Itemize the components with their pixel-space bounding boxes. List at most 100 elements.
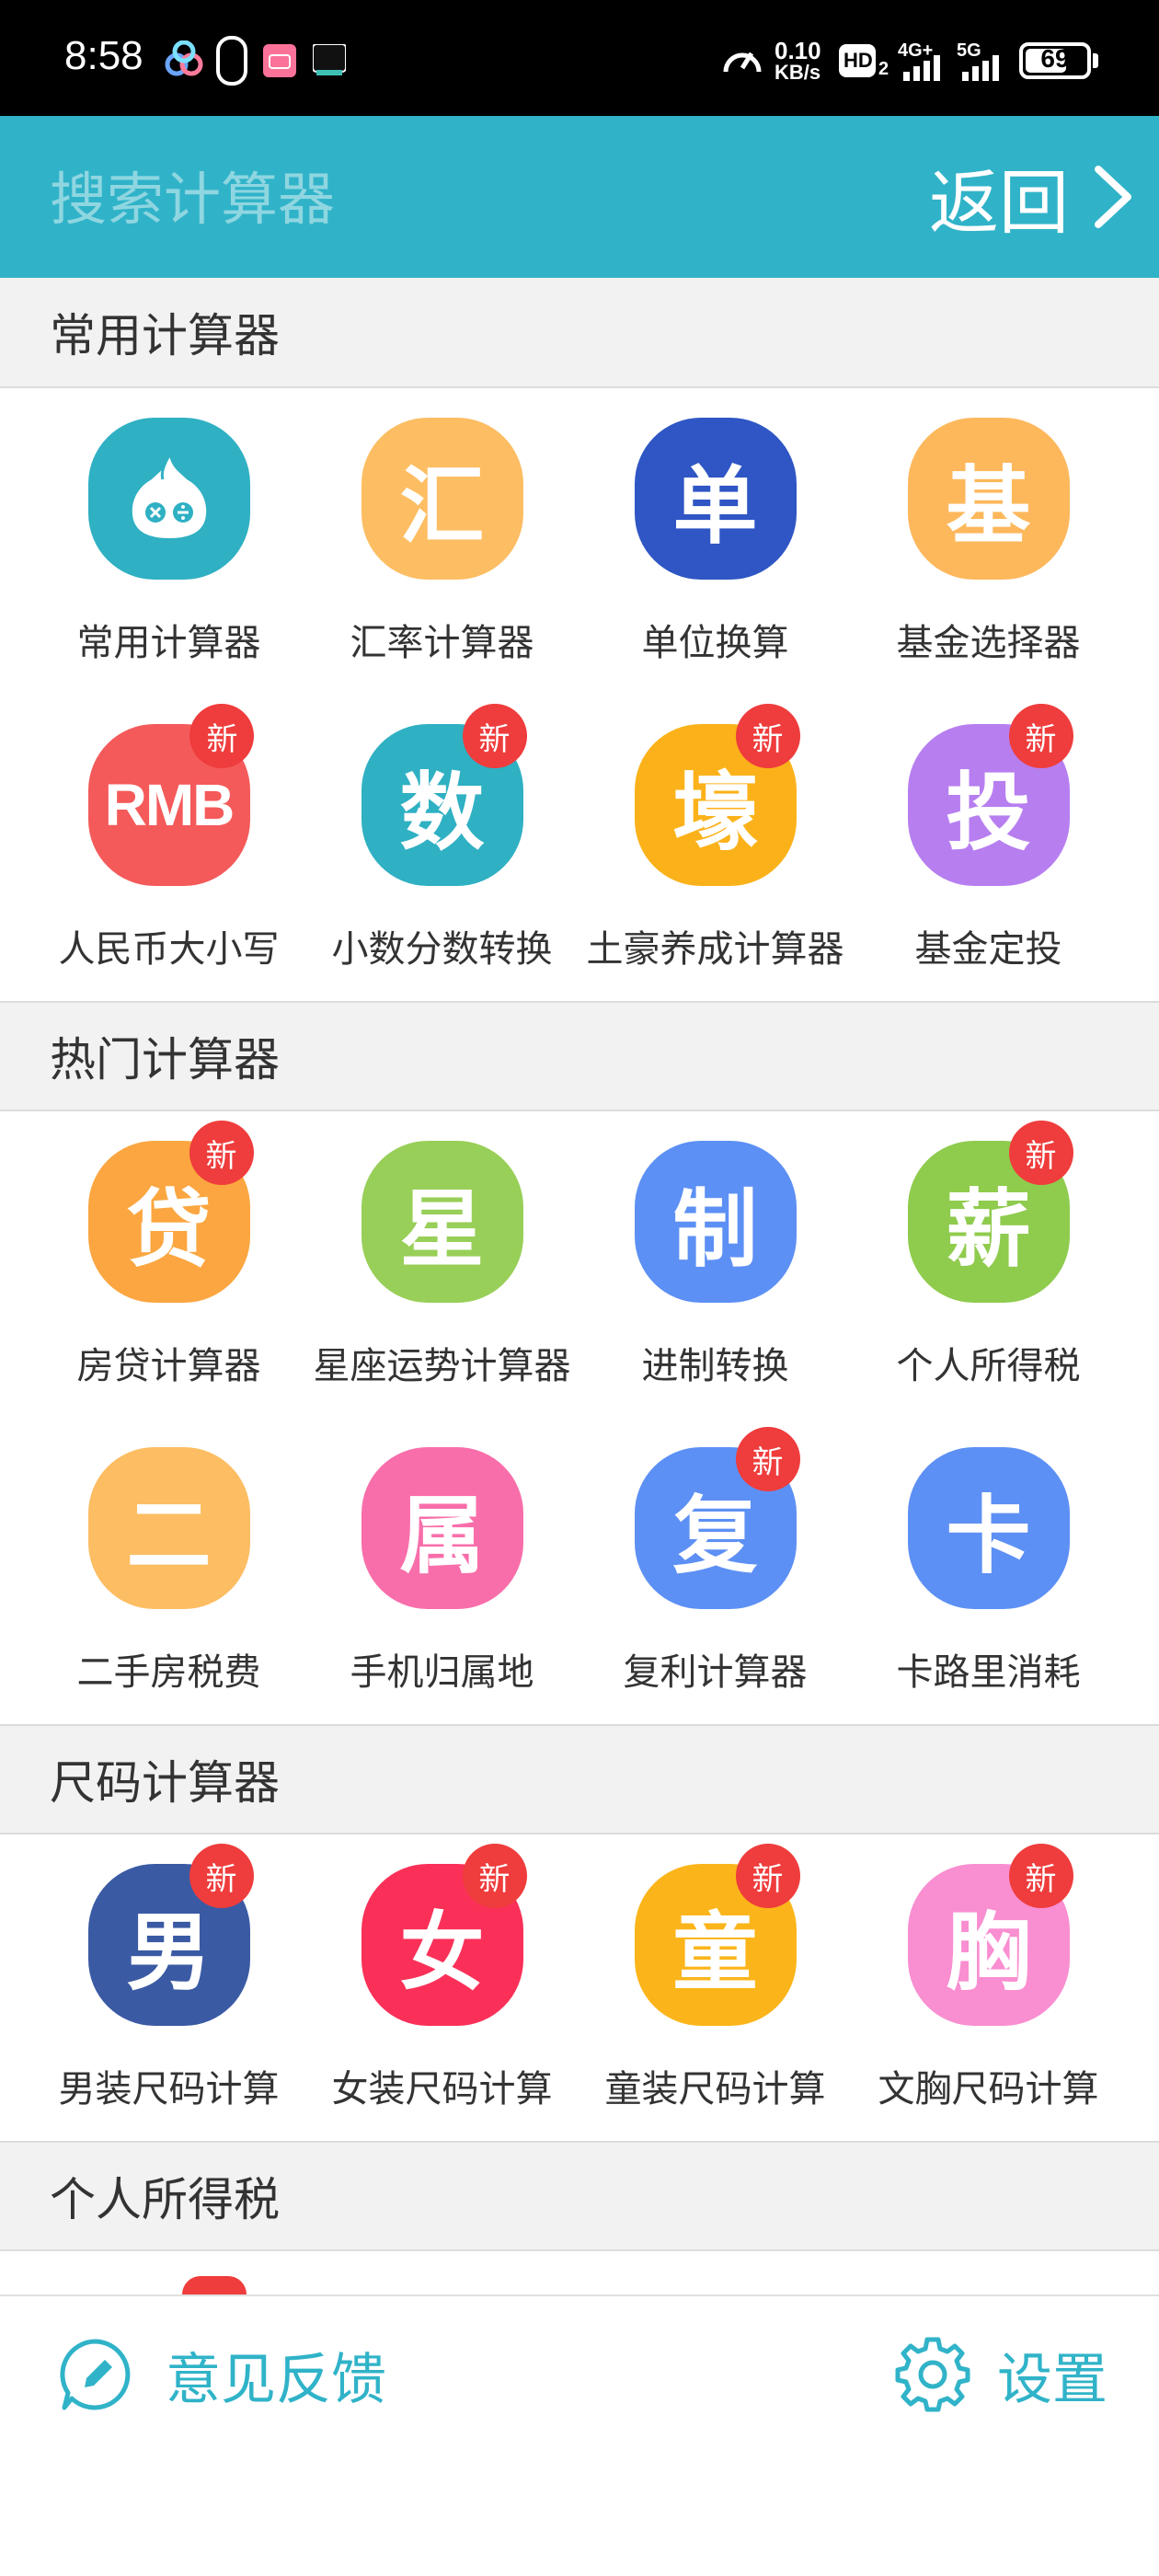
calculator-item[interactable]: 二二手房税费 bbox=[32, 1418, 305, 1724]
calculator-item[interactable]: 薪新个人所得税 bbox=[852, 1111, 1125, 1418]
calculator-item[interactable]: 星星座运势计算器 bbox=[305, 1111, 579, 1418]
calculator-label: 个人所得税 bbox=[896, 1345, 1081, 1387]
mens-size-icon: 男新 bbox=[87, 1844, 254, 2026]
calculator-label: 星座运势计算器 bbox=[313, 1345, 571, 1387]
calculator-label: 土豪养成计算器 bbox=[586, 928, 844, 971]
section-header: 热门计算器 bbox=[0, 1001, 1159, 1111]
search-input[interactable] bbox=[50, 162, 694, 236]
calculator-label: 基金选择器 bbox=[896, 622, 1081, 664]
calculator-item[interactable]: 壕新土豪养成计算器 bbox=[579, 695, 852, 1001]
battery-cap bbox=[1093, 53, 1098, 68]
header-bar: 返回 bbox=[0, 116, 1159, 278]
section-header: 个人所得税 bbox=[0, 2141, 1159, 2251]
new-badge: 新 bbox=[735, 1844, 800, 1908]
new-badge: 新 bbox=[1008, 1121, 1073, 1185]
calculator-item[interactable]: 数新小数分数转换 bbox=[305, 695, 579, 1001]
icon-glyph: 二 bbox=[126, 1486, 212, 1585]
signal-icon-2 bbox=[960, 53, 1006, 85]
calculator-label: 基金定投 bbox=[914, 928, 1062, 971]
icon-glyph: 制 bbox=[672, 1179, 758, 1279]
speed-unit: KB/s bbox=[775, 61, 821, 84]
pill-notification-icon bbox=[215, 35, 248, 90]
settings-button[interactable]: 设置 bbox=[892, 2324, 1107, 2425]
section-header: 尺码计算器 bbox=[0, 1724, 1159, 1834]
income-tax-icon: 薪新 bbox=[907, 1121, 1073, 1303]
calculator-item[interactable]: 胸新文胸尺码计算 bbox=[852, 1834, 1125, 2141]
icon-glyph: 卡 bbox=[946, 1486, 1031, 1585]
back-label: 返回 bbox=[929, 162, 1069, 244]
calculator-item[interactable]: 常用计算器 bbox=[32, 388, 305, 695]
calorie-icon: 卡 bbox=[907, 1447, 1070, 1609]
calculator-label: 单位换算 bbox=[641, 622, 789, 664]
calculator-label: 卡路里消耗 bbox=[896, 1651, 1081, 1694]
fund-selector-icon: 基 bbox=[907, 418, 1070, 580]
icon-glyph: 复 bbox=[672, 1486, 758, 1585]
calculator-label: 二手房税费 bbox=[76, 1651, 261, 1694]
feedback-pencil-icon bbox=[60, 2339, 131, 2410]
back-button[interactable]: 返回 bbox=[929, 144, 1141, 250]
new-badge: 新 bbox=[189, 1844, 254, 1908]
signal-icon-1 bbox=[901, 53, 947, 85]
icon-glyph: 薪 bbox=[946, 1179, 1031, 1279]
exchange-rate-icon: 汇 bbox=[361, 418, 523, 580]
calculator-item[interactable]: 单单位换算 bbox=[579, 388, 852, 695]
hd-sub: 2 bbox=[878, 59, 889, 79]
icon-glyph: 属 bbox=[399, 1486, 485, 1585]
new-badge: 新 bbox=[189, 704, 254, 768]
feedback-label: 意见反馈 bbox=[166, 2347, 386, 2412]
calculator-label: 童装尺码计算 bbox=[604, 2068, 826, 2110]
base-conversion-icon: 制 bbox=[634, 1141, 797, 1303]
calculator-item[interactable]: 投新基金定投 bbox=[852, 695, 1125, 1001]
calculator-label: 男装尺码计算 bbox=[58, 2068, 280, 2110]
calculator-item[interactable]: RMB 新人民币大小写 bbox=[32, 695, 305, 1001]
tuhao-icon: 壕新 bbox=[634, 704, 800, 886]
calculator-list: 常用计算器 常用计算器汇汇率计算器单单位换算基基金选择器 RMB 新人民币大小写数新小… bbox=[0, 278, 1159, 2251]
icon-glyph: 贷 bbox=[126, 1179, 212, 1279]
calculator-item[interactable]: 制进制转换 bbox=[579, 1111, 852, 1418]
new-badge: 新 bbox=[1008, 1844, 1073, 1908]
speed-gauge-icon bbox=[721, 40, 763, 81]
calculator-item[interactable]: 童新童装尺码计算 bbox=[579, 1834, 852, 2141]
status-time: 8:58 bbox=[64, 33, 143, 78]
calculator-grid: 男新男装尺码计算女新女装尺码计算童新童装尺码计算胸新文胸尺码计算 bbox=[0, 1834, 1159, 2141]
bra-size-icon: 胸新 bbox=[907, 1844, 1073, 2026]
bilibili-icon bbox=[263, 44, 296, 81]
app-badge-icon bbox=[312, 43, 347, 81]
icon-glyph: 汇 bbox=[399, 456, 485, 556]
new-badge: 新 bbox=[735, 704, 800, 768]
battery-level: 69 bbox=[1040, 44, 1070, 73]
calculator-item[interactable]: 贷新房贷计算器 bbox=[32, 1111, 305, 1418]
calculator-label: 房贷计算器 bbox=[76, 1345, 261, 1387]
calculator-label: 复利计算器 bbox=[623, 1651, 808, 1694]
section-header: 常用计算器 bbox=[0, 278, 1159, 388]
calculator-item[interactable]: 复新复利计算器 bbox=[579, 1418, 852, 1724]
calculator-item[interactable]: 卡卡路里消耗 bbox=[852, 1418, 1125, 1724]
calculator-item[interactable]: 男新男装尺码计算 bbox=[32, 1834, 305, 2141]
second-hand-house-icon: 二 bbox=[87, 1447, 250, 1609]
new-badge: 新 bbox=[1008, 704, 1073, 768]
calculator-item[interactable]: 基基金选择器 bbox=[852, 388, 1125, 695]
icon-glyph: 投 bbox=[946, 763, 1031, 862]
calculator-item[interactable]: 女新女装尺码计算 bbox=[305, 1834, 579, 2141]
onion-calculator-icon bbox=[87, 418, 250, 580]
decimal-fraction-icon: 数新 bbox=[361, 704, 527, 886]
calculator-label: 女装尺码计算 bbox=[331, 2068, 553, 2110]
app-notification-icon bbox=[164, 40, 204, 81]
calculator-grid: 贷新房贷计算器星星座运势计算器制进制转换薪新个人所得税二二手房税费属手机归属地复… bbox=[0, 1111, 1159, 1724]
onion-mascot-icon bbox=[132, 454, 206, 538]
calculator-item[interactable]: 汇汇率计算器 bbox=[305, 388, 579, 695]
feedback-button[interactable]: 意见反馈 bbox=[59, 2324, 386, 2425]
new-badge: 新 bbox=[462, 704, 527, 768]
chevron-right-icon bbox=[1095, 166, 1131, 228]
settings-label: 设置 bbox=[997, 2347, 1107, 2412]
calculator-item[interactable]: 属手机归属地 bbox=[305, 1418, 579, 1724]
calculator-grid: 常用计算器汇汇率计算器单单位换算基基金选择器 RMB 新人民币大小写数新小数分数转换… bbox=[0, 388, 1159, 1001]
kids-size-icon: 童新 bbox=[634, 1844, 800, 2026]
partial-new-badge bbox=[182, 2276, 247, 2294]
calculator-label: 小数分数转换 bbox=[331, 928, 553, 971]
calculator-label: 进制转换 bbox=[641, 1345, 789, 1387]
unit-conversion-icon: 单 bbox=[634, 418, 797, 580]
icon-glyph: RMB bbox=[104, 772, 235, 838]
new-badge: 新 bbox=[735, 1427, 800, 1491]
icon-glyph: 胸 bbox=[946, 1903, 1031, 2002]
